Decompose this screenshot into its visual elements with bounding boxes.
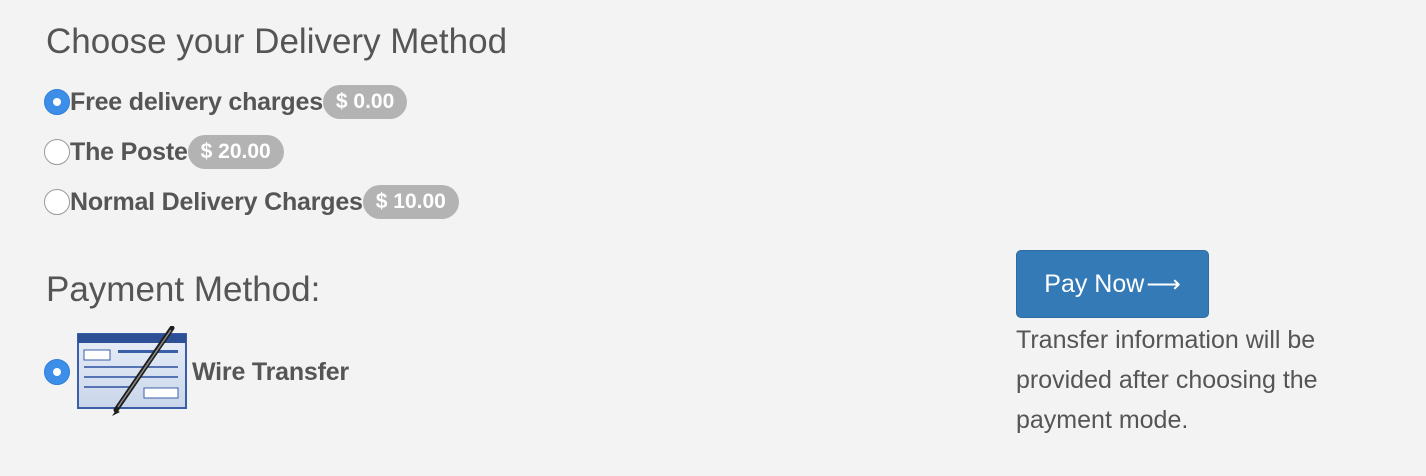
payment-method-heading: Payment Method:: [46, 270, 321, 309]
delivery-option-poste[interactable]: The Poste $ 20.00: [44, 134, 284, 170]
delivery-option-label: The Poste: [70, 137, 188, 166]
price-badge: $ 10.00: [362, 185, 459, 219]
checkout-options-page: Choose your Delivery Method Free deliver…: [0, 0, 1426, 476]
payment-option-label: Wire Transfer: [192, 357, 349, 386]
delivery-option-label: Normal Delivery Charges: [70, 187, 363, 216]
pay-now-button[interactable]: Pay Now ⟶: [1016, 250, 1209, 318]
arrow-right-icon: ⟶: [1146, 270, 1181, 298]
cheque-pen-icon: [74, 325, 192, 418]
delivery-option-free[interactable]: Free delivery charges $ 0.00: [44, 84, 408, 120]
delivery-option-label: Free delivery charges: [70, 87, 323, 116]
price-badge: $ 20.00: [187, 135, 284, 169]
transfer-info-text: Transfer information will be provided af…: [1016, 326, 1318, 434]
delivery-radio-free[interactable]: [44, 89, 70, 115]
payment-radio-wire-transfer[interactable]: [44, 359, 70, 385]
delivery-option-normal[interactable]: Normal Delivery Charges $ 10.00: [44, 184, 459, 220]
price-badge: $ 0.00: [322, 85, 408, 119]
delivery-method-heading: Choose your Delivery Method: [46, 22, 508, 61]
delivery-radio-normal[interactable]: [44, 189, 70, 215]
payment-option-wire-transfer[interactable]: Wire Transfer: [44, 325, 349, 418]
pay-now-label: Pay Now: [1044, 269, 1145, 298]
delivery-radio-poste[interactable]: [44, 139, 70, 165]
